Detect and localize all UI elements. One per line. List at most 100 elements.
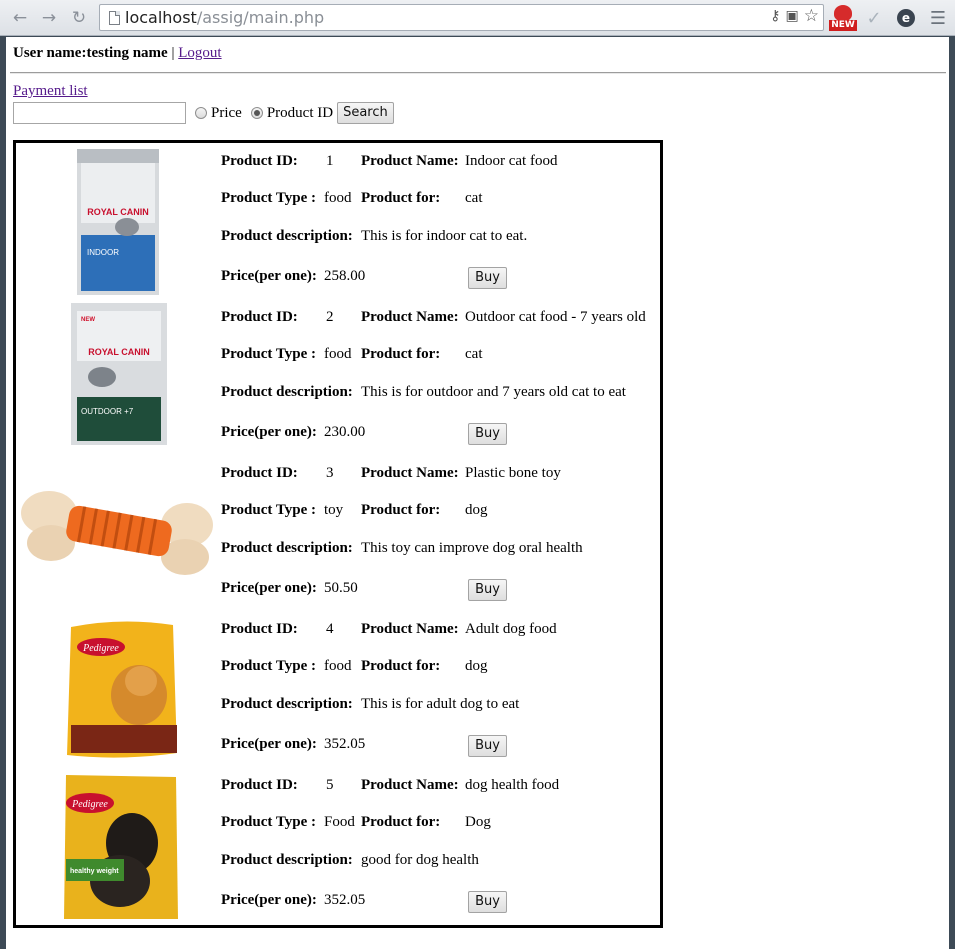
extension-e-icon[interactable]: e: [894, 6, 918, 30]
svg-text:ROYAL CANIN: ROYAL CANIN: [88, 347, 150, 357]
product-table: ROYAL CANIN INDOOR Product ID: 1 Product…: [13, 140, 663, 928]
label-product-description: Product description:: [221, 696, 353, 712]
product-type-value: toy: [324, 502, 344, 518]
product-row: ROYAL CANIN INDOOR Product ID: 1 Product…: [16, 143, 660, 299]
label-price: Price(per one):: [221, 892, 317, 908]
product-for-value: cat: [465, 190, 483, 206]
product-description-value: This is for adult dog to eat: [361, 696, 520, 712]
product-for-value: cat: [465, 346, 483, 362]
search-form: Price Product ID Search: [13, 101, 394, 125]
label-product-description: Product description:: [221, 384, 353, 400]
label-product-type: Product Type :: [221, 346, 317, 362]
product-id-value: 5: [326, 777, 334, 793]
buy-button[interactable]: Buy: [468, 735, 507, 757]
royal-canin-outdoor-bag-image: NEW ROYAL CANIN OUTDOOR +7: [71, 303, 167, 445]
product-name-value: dog health food: [465, 777, 560, 793]
svg-text:Pedigree: Pedigree: [82, 643, 119, 654]
product-id-radio[interactable]: [250, 107, 263, 119]
svg-text:INDOOR: INDOOR: [87, 248, 119, 257]
user-label: User name:: [13, 45, 87, 61]
separator: |: [171, 45, 175, 61]
product-row: Pedigree healthy weight Product ID: 5 Pr…: [16, 767, 660, 923]
label-product-name: Product Name:: [361, 465, 459, 481]
extension-new-icon[interactable]: NEW: [829, 5, 857, 32]
label-product-id: Product ID:: [221, 153, 298, 169]
label-product-description: Product description:: [221, 852, 353, 868]
label-price: Price(per one):: [221, 268, 317, 284]
product-for-value: dog: [465, 658, 488, 674]
label-product-id: Product ID:: [221, 621, 298, 637]
plastic-bone-toy-image: [21, 491, 213, 575]
label-product-for: Product for:: [361, 814, 441, 830]
product-id-value: 2: [326, 309, 334, 325]
search-input[interactable]: [13, 102, 186, 124]
buy-button[interactable]: Buy: [468, 423, 507, 445]
back-arrow-icon[interactable]: ←: [9, 7, 31, 29]
label-product-type: Product Type :: [221, 658, 317, 674]
price-value: 352.05: [324, 892, 366, 908]
label-product-type: Product Type :: [221, 190, 317, 206]
product-name-value: Outdoor cat food - 7 years old: [465, 309, 646, 325]
price-value: 352.05: [324, 736, 366, 752]
logout-link[interactable]: Logout: [178, 45, 221, 61]
payment-list-link[interactable]: Payment list: [13, 83, 88, 99]
svg-text:ROYAL CANIN: ROYAL CANIN: [87, 207, 149, 217]
search-button[interactable]: Search: [337, 102, 394, 124]
label-product-id: Product ID:: [221, 465, 298, 481]
product-id-value: 3: [326, 465, 334, 481]
product-row: Product ID: 3 Product Name: Plastic bone…: [16, 455, 660, 611]
label-product-id: Product ID:: [221, 309, 298, 325]
key-icon[interactable]: ⚷: [770, 8, 780, 26]
translate-icon[interactable]: ▣: [786, 8, 799, 26]
star-bookmark-icon[interactable]: ☆: [804, 6, 819, 26]
label-product-for: Product for:: [361, 658, 441, 674]
product-row: Pedigree Product ID: 4 Product Name: Adu…: [16, 611, 660, 767]
label-product-description: Product description:: [221, 228, 353, 244]
product-type-value: food: [324, 658, 352, 674]
product-name-value: Plastic bone toy: [465, 465, 561, 481]
product-row: NEW ROYAL CANIN OUTDOOR +7 Product ID: 2…: [16, 299, 660, 455]
page-icon: [109, 11, 120, 25]
product-name-value: Adult dog food: [465, 621, 557, 637]
label-product-type: Product Type :: [221, 814, 317, 830]
product-id-value: 4: [326, 621, 334, 637]
label-product-id: Product ID:: [221, 777, 298, 793]
buy-button[interactable]: Buy: [468, 267, 507, 289]
svg-text:OUTDOOR +7: OUTDOOR +7: [81, 407, 134, 416]
product-description-value: This is for outdoor and 7 years old cat …: [361, 384, 626, 400]
address-bar[interactable]: localhost/assig/main.php ⚷ ▣ ☆: [99, 4, 824, 31]
user-name: testing name: [86, 45, 168, 61]
label-product-name: Product Name:: [361, 777, 459, 793]
browser-toolbar: ← → ↻ localhost/assig/main.php ⚷ ▣ ☆ NEW…: [0, 0, 955, 36]
buy-button[interactable]: Buy: [468, 891, 507, 913]
label-price: Price(per one):: [221, 736, 317, 752]
label-price: Price(per one):: [221, 580, 317, 596]
forward-arrow-icon[interactable]: →: [38, 7, 60, 29]
menu-icon[interactable]: ☰: [926, 6, 950, 30]
user-bar: User name:testing name | Logout: [13, 45, 222, 62]
product-for-value: Dog: [465, 814, 491, 830]
buy-button[interactable]: Buy: [468, 579, 507, 601]
product-id-value: 1: [326, 153, 334, 169]
pedigree-adult-bag-image: Pedigree: [67, 621, 177, 758]
product-type-value: Food: [324, 814, 355, 830]
product-description-value: This toy can improve dog oral health: [361, 540, 583, 556]
label-product-name: Product Name:: [361, 153, 459, 169]
label-product-name: Product Name:: [361, 309, 459, 325]
label-product-type: Product Type :: [221, 502, 317, 518]
product-description-value: good for dog health: [361, 852, 479, 868]
price-radio[interactable]: [195, 107, 207, 119]
url-text[interactable]: localhost/assig/main.php: [125, 8, 324, 27]
royal-canin-indoor-bag-image: ROYAL CANIN INDOOR: [77, 149, 159, 295]
label-price: Price(per one):: [221, 424, 317, 440]
label-product-for: Product for:: [361, 346, 441, 362]
checkmark-extension-icon[interactable]: ✓: [862, 6, 886, 30]
label-product-name: Product Name:: [361, 621, 459, 637]
svg-text:NEW: NEW: [81, 317, 95, 323]
reload-icon[interactable]: ↻: [68, 7, 90, 29]
product-description-value: This is for indoor cat to eat.: [361, 228, 528, 244]
product-type-value: food: [324, 346, 352, 362]
product-type-value: food: [324, 190, 352, 206]
pedigree-healthy-weight-bag-image: Pedigree healthy weight: [64, 775, 178, 919]
price-value: 230.00: [324, 424, 366, 440]
